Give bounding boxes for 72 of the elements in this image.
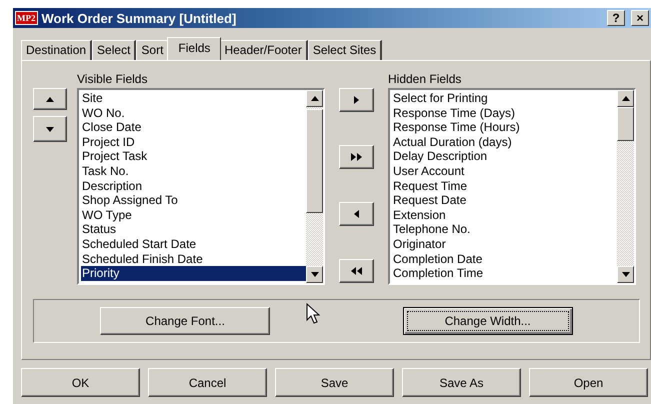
list-item[interactable]: Site: [81, 91, 306, 106]
list-label: Hidden Fields: [388, 73, 462, 85]
field-list[interactable]: Site WO No. Close Date Project ID Project Task Task No. Description Shop Assigned To WO Type Status Scheduled Start Date Scheduled Finish Date Priority: [77, 88, 325, 285]
transfer-button[interactable]: [339, 88, 374, 112]
scroll-up-button[interactable]: [617, 90, 634, 107]
up-arrow-icon: [622, 96, 630, 101]
field-list[interactable]: [388, 88, 636, 285]
scrollbar[interactable]: [306, 90, 323, 283]
help-button[interactable]: ?: [607, 10, 625, 26]
up-arrow-icon: [46, 96, 54, 102]
tab[interactable]: Select Sites: [308, 40, 382, 60]
dialog-button[interactable]: Cancel: [148, 368, 267, 397]
down-arrow-icon: [46, 126, 54, 132]
tab[interactable]: Header/Footer: [219, 40, 308, 60]
scroll-down-button[interactable]: [617, 266, 634, 283]
list-item[interactable]: Response Time (Days): [392, 106, 617, 120]
list-item[interactable]: Completion Date: [392, 252, 617, 266]
move-down-button[interactable]: [33, 116, 67, 142]
list-item[interactable]: Shop Assigned To: [81, 193, 306, 208]
down-arrow-icon: [310, 272, 318, 277]
list-item[interactable]: Description: [81, 178, 306, 194]
format-button[interactable]: Change Width...: [402, 307, 573, 335]
list-item[interactable]: Actual Duration (days): [392, 134, 617, 150]
up-arrow-icon: [310, 96, 318, 101]
app-logo: MP2: [15, 11, 38, 25]
window-title: Work Order Summary [Untitled]: [42, 10, 238, 26]
list-item[interactable]: Response Time (Hours): [392, 120, 617, 135]
list-item[interactable]: Request Date: [392, 193, 617, 208]
dialog-button[interactable]: OK: [21, 368, 140, 397]
down-arrow-icon: [622, 272, 630, 277]
list-item[interactable]: Task No.: [81, 164, 306, 179]
double-left-arrow-icon: [351, 267, 362, 275]
list-item[interactable]: Project ID: [81, 134, 306, 150]
list-item[interactable]: Close Date: [81, 120, 306, 135]
list-item[interactable]: Priority: [81, 266, 306, 281]
scroll-thumb[interactable]: [617, 107, 634, 141]
list-item[interactable]: User Account: [392, 164, 617, 179]
list-item[interactable]: Request Time: [392, 178, 617, 194]
scroll-thumb[interactable]: [306, 109, 323, 213]
list-item[interactable]: Scheduled Finish Date: [81, 252, 306, 266]
transfer-button[interactable]: [339, 202, 374, 226]
transfer-button[interactable]: [339, 259, 374, 283]
tab[interactable]: Select: [92, 40, 136, 60]
transfer-button[interactable]: [339, 145, 374, 169]
list-item[interactable]: Scheduled Start Date: [81, 236, 306, 252]
list-label: Visible Fields: [77, 73, 148, 85]
move-up-button[interactable]: [33, 88, 67, 110]
dialog-button[interactable]: Save: [275, 368, 394, 397]
format-button[interactable]: Change Font...: [100, 307, 270, 335]
dialog-button[interactable]: Save As: [402, 368, 521, 397]
left-arrow-icon: [354, 210, 359, 218]
list-item[interactable]: Telephone No.: [392, 222, 617, 237]
list-item[interactable]: Project Task: [81, 149, 306, 164]
scroll-up-button[interactable]: [306, 90, 323, 107]
scrollbar[interactable]: [617, 90, 634, 283]
list-item[interactable]: Select for Printing: [392, 91, 617, 106]
tab[interactable]: Fields: [167, 37, 222, 60]
list-item[interactable]: Completion Time: [392, 266, 617, 281]
mouse-pointer-icon: [306, 303, 320, 325]
scroll-down-button[interactable]: [306, 266, 323, 283]
list-item[interactable]: Extension: [392, 208, 617, 222]
dialog-button[interactable]: Open: [529, 368, 648, 397]
list-item[interactable]: WO No.: [81, 106, 306, 120]
right-arrow-icon: [354, 96, 359, 104]
list-item[interactable]: Delay Description: [392, 149, 617, 164]
double-right-arrow-icon: [351, 153, 362, 161]
list-item[interactable]: Originator: [392, 236, 617, 252]
close-button[interactable]: ×: [631, 10, 649, 26]
list-item[interactable]: Status: [81, 222, 306, 237]
tab[interactable]: Destination: [21, 40, 92, 60]
list-item[interactable]: WO Type: [81, 208, 306, 222]
tab[interactable]: Sort: [136, 40, 170, 60]
